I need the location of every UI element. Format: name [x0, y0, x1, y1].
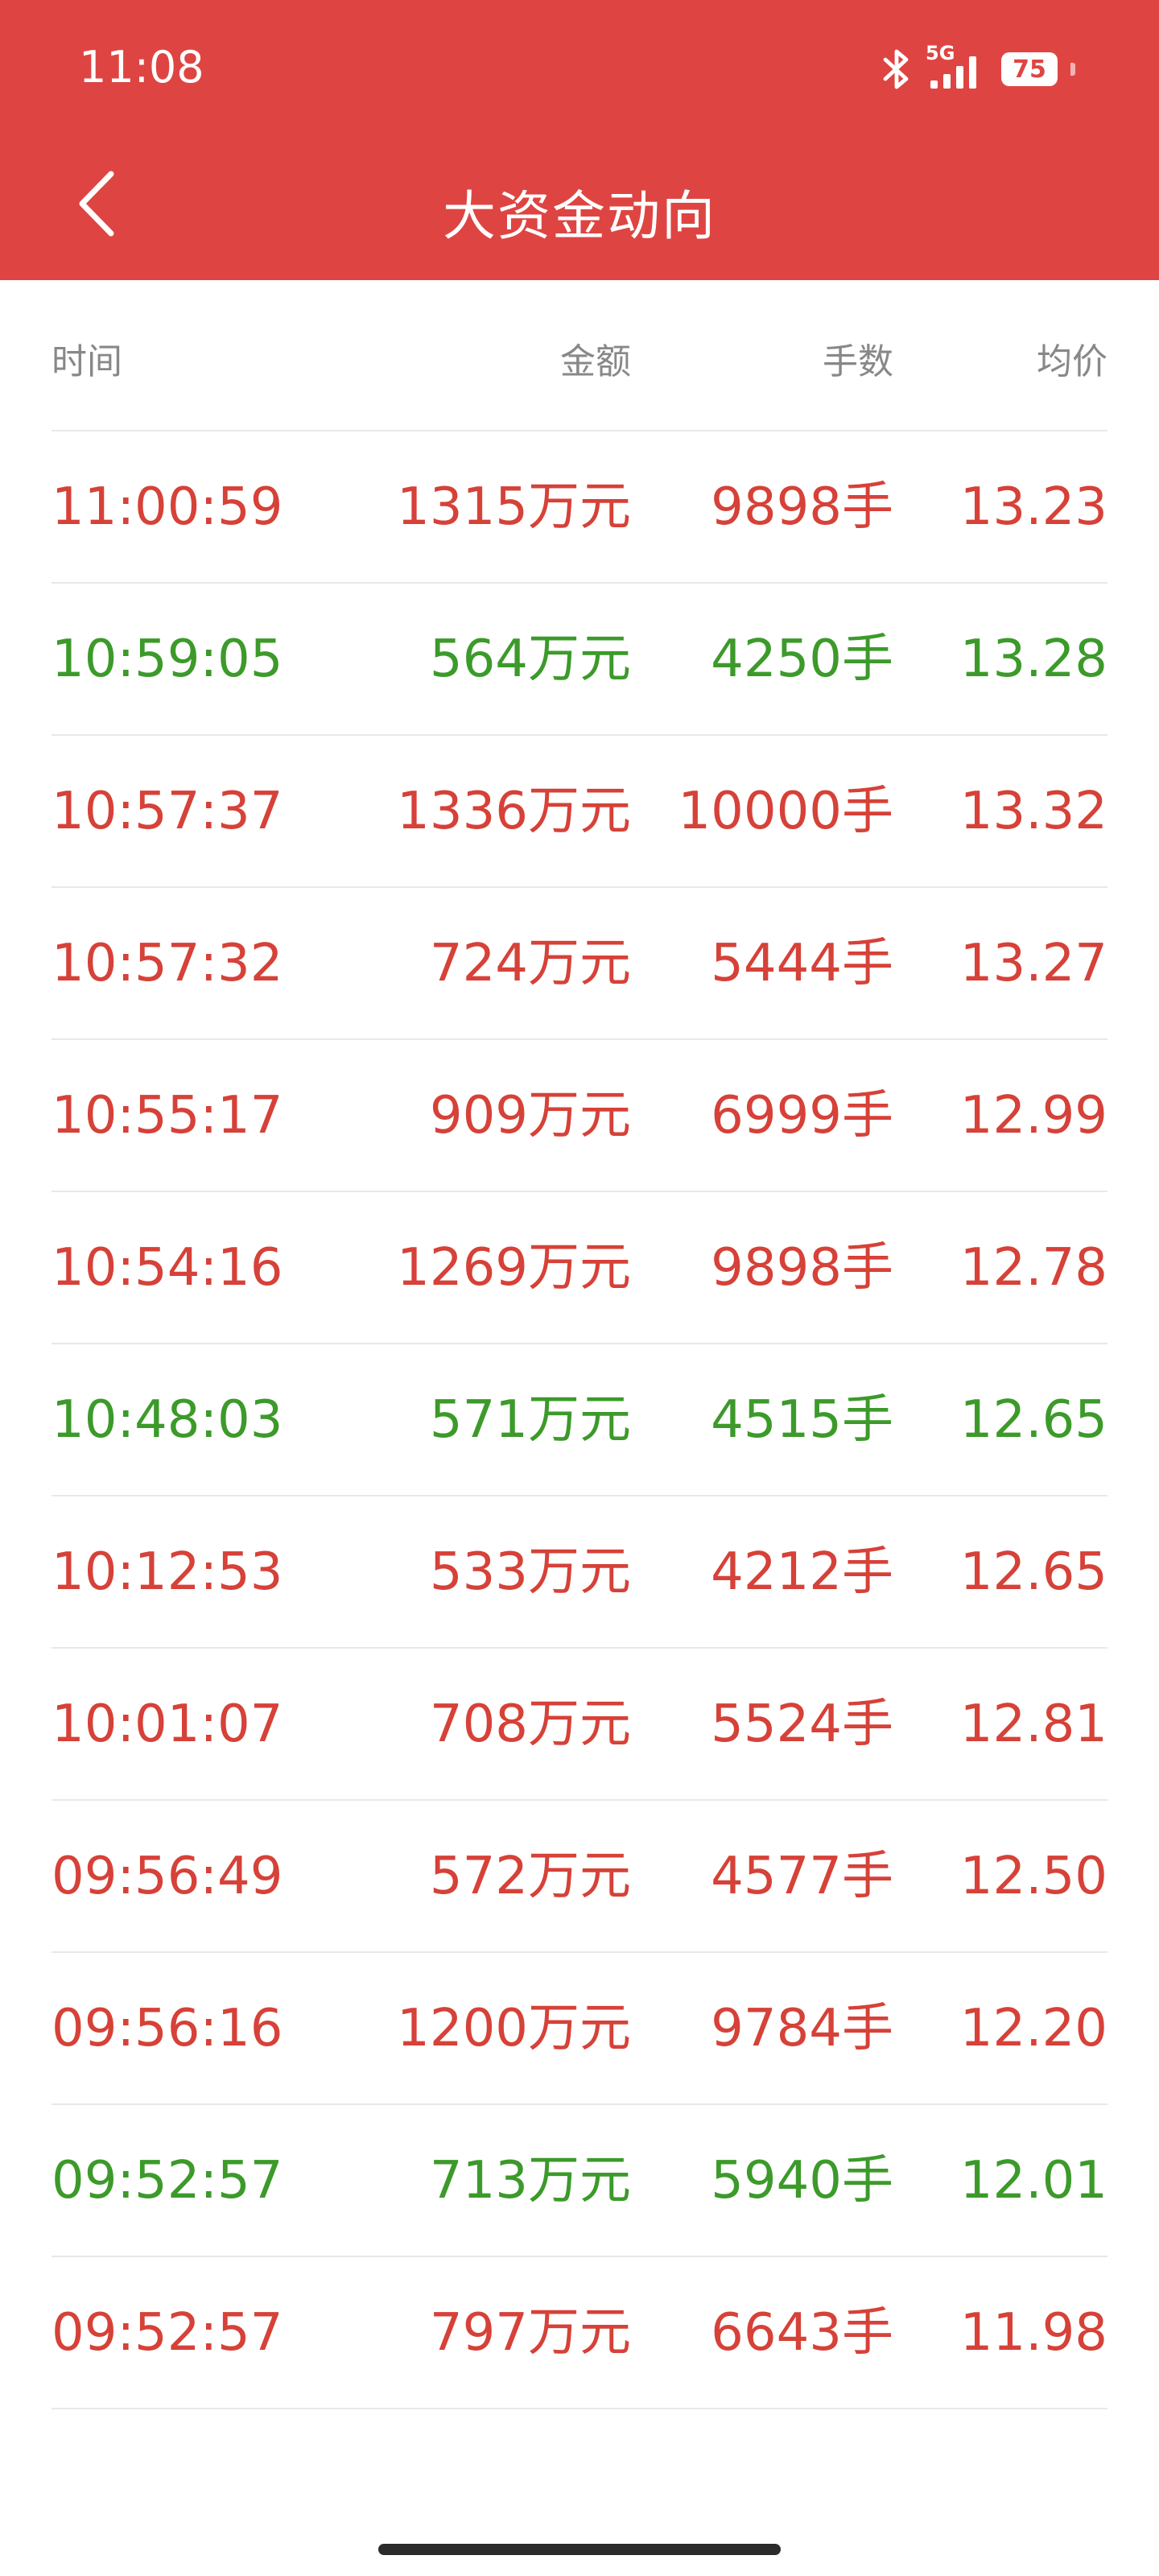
row-time: 09:56:49 [52, 1847, 283, 1906]
row-amount: 1315万元 [397, 477, 631, 537]
row-time: 09:52:57 [52, 2303, 283, 2363]
row-price: 13.27 [959, 934, 1107, 993]
battery-indicator: 75 [1001, 52, 1058, 86]
row-price: 12.50 [959, 1847, 1107, 1906]
row-lots: 6643手 [711, 2303, 893, 2363]
row-price: 12.78 [959, 1238, 1107, 1298]
bluetooth-icon [879, 48, 914, 90]
row-amount: 1269万元 [397, 1238, 631, 1298]
row-price: 12.20 [959, 1999, 1107, 2058]
row-lots: 9898手 [711, 477, 893, 537]
column-header-amount: 金额 [560, 341, 631, 382]
row-price: 13.23 [959, 477, 1107, 537]
battery-tip [1070, 63, 1075, 76]
row-lots: 6999手 [711, 1086, 893, 1146]
signal-icon: 5G [926, 42, 990, 92]
table-row[interactable]: 09:52:57 713万元 5940手 12.01 [52, 2105, 1107, 2257]
table-row[interactable]: 09:56:16 1200万元 9784手 12.20 [52, 1953, 1107, 2105]
row-amount: 564万元 [429, 630, 631, 689]
row-time: 10:01:07 [52, 1695, 283, 1754]
table-row[interactable]: 10:55:17 909万元 6999手 12.99 [52, 1040, 1107, 1192]
column-header-time: 时间 [52, 341, 122, 382]
row-amount: 1200万元 [397, 1999, 631, 2058]
row-amount: 572万元 [429, 1847, 631, 1906]
row-lots: 4577手 [711, 1847, 893, 1906]
table-row[interactable]: 10:01:07 708万元 5524手 12.81 [52, 1649, 1107, 1801]
row-amount: 1336万元 [397, 782, 631, 841]
page-title: 大资金动向 [443, 185, 716, 247]
home-indicator[interactable] [378, 2544, 781, 2555]
row-amount: 533万元 [429, 1542, 631, 1602]
status-icons: 5G 75 [879, 42, 1075, 93]
row-price: 12.01 [959, 2151, 1107, 2211]
table-row[interactable]: 09:52:57 797万元 6643手 11.98 [52, 2257, 1107, 2409]
status-time: 11:08 [79, 42, 204, 93]
row-price: 11.98 [959, 2303, 1107, 2363]
row-lots: 5524手 [711, 1695, 893, 1754]
row-amount: 713万元 [429, 2151, 631, 2211]
row-price: 12.99 [959, 1086, 1107, 1146]
row-lots: 5940手 [711, 2151, 893, 2211]
row-price: 13.32 [959, 782, 1107, 841]
row-time: 10:57:37 [52, 782, 283, 841]
table-row[interactable]: 10:57:37 1336万元 10000手 13.32 [52, 736, 1107, 888]
row-lots: 5444手 [711, 934, 893, 993]
trade-list: 11:00:59 1315万元 9898手 13.23 10:59:05 564… [52, 431, 1107, 2409]
row-time: 11:00:59 [52, 477, 283, 537]
row-amount: 708万元 [429, 1695, 631, 1754]
row-amount: 724万元 [429, 934, 631, 993]
table-row[interactable]: 10:54:16 1269万元 9898手 12.78 [52, 1192, 1107, 1344]
table-row[interactable]: 10:57:32 724万元 5444手 13.27 [52, 888, 1107, 1040]
row-lots: 4250手 [711, 630, 893, 689]
row-lots: 9898手 [711, 1238, 893, 1298]
column-header-lots: 手数 [823, 341, 893, 382]
row-time: 10:54:16 [52, 1238, 283, 1298]
table-row[interactable]: 09:56:49 572万元 4577手 12.50 [52, 1801, 1107, 1953]
row-time: 10:59:05 [52, 630, 283, 689]
row-lots: 9784手 [711, 1999, 893, 2058]
table-row[interactable]: 11:00:59 1315万元 9898手 13.23 [52, 431, 1107, 584]
table-row[interactable]: 10:48:03 571万元 4515手 12.65 [52, 1344, 1107, 1496]
row-amount: 909万元 [429, 1086, 631, 1146]
row-time: 10:57:32 [52, 934, 283, 993]
row-price: 12.81 [959, 1695, 1107, 1754]
row-time: 10:55:17 [52, 1086, 283, 1146]
app-header: 11:08 5G 75 大资金动向 [0, 0, 1159, 280]
row-price: 13.28 [959, 630, 1107, 689]
row-amount: 571万元 [429, 1390, 631, 1450]
table-row[interactable]: 10:12:53 533万元 4212手 12.65 [52, 1496, 1107, 1649]
row-time: 10:48:03 [52, 1390, 283, 1450]
row-lots: 10000手 [678, 782, 893, 841]
row-time: 09:52:57 [52, 2151, 283, 2211]
row-price: 12.65 [959, 1390, 1107, 1450]
row-time: 10:12:53 [52, 1542, 283, 1602]
table-header: 时间 金额 手数 均价 [52, 322, 1107, 431]
row-lots: 4515手 [711, 1390, 893, 1450]
row-price: 12.65 [959, 1542, 1107, 1602]
row-time: 09:56:16 [52, 1999, 283, 2058]
row-lots: 4212手 [711, 1542, 893, 1602]
row-amount: 797万元 [429, 2303, 631, 2363]
column-header-price: 均价 [1037, 341, 1107, 382]
table-row[interactable]: 10:59:05 564万元 4250手 13.28 [52, 584, 1107, 736]
